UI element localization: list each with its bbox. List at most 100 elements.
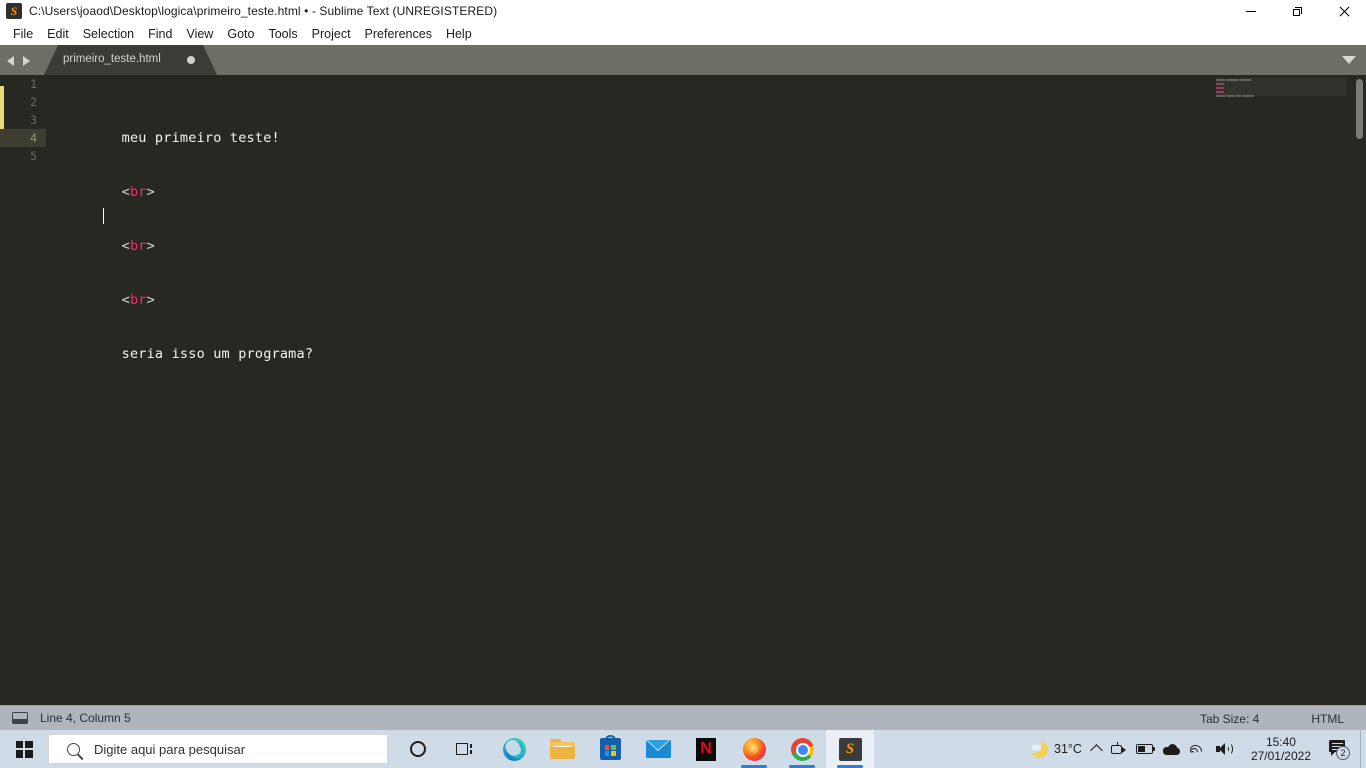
taskbar-item-sublime-text[interactable]: S (826, 730, 874, 768)
menu-goto[interactable]: Goto (220, 24, 261, 44)
maximize-restore-button[interactable] (1274, 0, 1320, 22)
tab-primeiro-teste-html[interactable]: primeiro_teste.html (44, 45, 217, 75)
task-view-icon (456, 742, 476, 757)
google-chrome-icon (790, 737, 814, 761)
taskbar-item-mail[interactable] (634, 730, 682, 768)
code-token-punct: > (146, 292, 155, 308)
sublime-text-logo-icon: S (6, 3, 22, 19)
taskbar-item-firefox[interactable] (730, 730, 778, 768)
menu-preferences[interactable]: Preferences (358, 24, 439, 44)
code-line-3: <br> (55, 219, 1175, 254)
clock-time: 15:40 (1265, 735, 1296, 749)
minimize-button[interactable] (1228, 0, 1274, 22)
tab-nav-arrows (6, 45, 31, 75)
microsoft-edge-icon (502, 737, 526, 761)
taskbar-item-netflix[interactable]: N (682, 730, 730, 768)
chevron-up-icon (1090, 744, 1103, 757)
line-number: 1 (30, 77, 37, 91)
windows-taskbar: Digite aqui para pesquisar N S 31°C 15:4… (0, 730, 1366, 768)
tray-network[interactable] (1185, 730, 1211, 768)
code-line-4: <br> (55, 273, 1175, 308)
cortana-icon (410, 741, 426, 757)
menu-file[interactable]: File (6, 24, 40, 44)
show-desktop-button[interactable] (1360, 730, 1366, 768)
line-number: 3 (30, 113, 37, 127)
tray-volume[interactable] (1211, 730, 1238, 768)
notifications-icon: 2 (1329, 739, 1350, 760)
taskbar-search-box[interactable]: Digite aqui para pesquisar (48, 734, 388, 764)
code-token-text: seria isso um programa? (121, 346, 314, 362)
tab-prev-arrow-icon[interactable] (6, 55, 17, 66)
tray-clock[interactable]: 15:40 27/01/2022 (1238, 730, 1324, 768)
tab-unsaved-dot-icon[interactable] (187, 56, 195, 64)
line-number-active: 4 (0, 129, 46, 147)
menu-tools[interactable]: Tools (261, 24, 304, 44)
desktop-root: S C:\Users\joaod\Desktop\logica\primeiro… (0, 0, 1366, 768)
tray-meet-now[interactable] (1106, 730, 1131, 768)
code-line-2: <br> (55, 165, 1175, 200)
start-button[interactable] (0, 730, 48, 768)
statusbar-right: Tab Size: 4 HTML (1200, 706, 1366, 731)
netflix-glyph: N (700, 740, 712, 757)
restore-icon (1292, 6, 1302, 16)
temperature-label: 31°C (1054, 742, 1082, 756)
menu-find[interactable]: Find (141, 24, 179, 44)
code-token-punct: > (146, 184, 155, 200)
taskbar-item-task-view[interactable] (442, 730, 490, 768)
show-hidden-icons-button[interactable] (1087, 730, 1106, 768)
taskbar-pinned-apps: N S (394, 730, 874, 768)
windows-logo-icon (15, 740, 33, 758)
tray-weather[interactable]: 31°C (1026, 730, 1087, 768)
syntax-mode[interactable]: HTML (1311, 712, 1344, 726)
volume-icon (1215, 742, 1233, 756)
taskbar-item-file-explorer[interactable] (538, 730, 586, 768)
code-token-punct: < (121, 292, 130, 308)
window-controls (1228, 0, 1366, 22)
tab-next-arrow-icon[interactable] (20, 55, 31, 66)
sublime-glyph: S (845, 740, 855, 757)
system-tray: 31°C 15:40 27/01/2022 2 (1026, 730, 1366, 768)
line-number-gutter: 1 2 3 4 5 (0, 75, 46, 705)
menu-selection[interactable]: Selection (76, 24, 141, 44)
search-icon (67, 742, 80, 756)
microsoft-store-icon (599, 735, 621, 760)
menu-edit[interactable]: Edit (40, 24, 76, 44)
code-content[interactable]: meu primeiro teste! <br> <br> <br> seria… (55, 75, 1175, 705)
code-token-punct: < (121, 184, 130, 200)
menu-help[interactable]: Help (439, 24, 479, 44)
clock-date: 27/01/2022 (1250, 749, 1311, 763)
taskbar-item-cortana[interactable] (394, 730, 442, 768)
onedrive-icon (1162, 743, 1180, 755)
sublime-text-icon: S (838, 737, 862, 761)
cursor-position: Line 4, Column 5 (40, 711, 131, 725)
chevron-down-icon[interactable] (1342, 56, 1356, 64)
mail-icon (645, 740, 671, 758)
window-title: C:\Users\joaod\Desktop\logica\primeiro_t… (29, 4, 498, 18)
taskbar-item-microsoft-store[interactable] (586, 730, 634, 768)
menu-view[interactable]: View (179, 24, 220, 44)
minimap-viewport[interactable] (1216, 78, 1346, 96)
taskbar-item-google-chrome[interactable] (778, 730, 826, 768)
search-placeholder: Digite aqui para pesquisar (94, 741, 246, 757)
console-panel-icon[interactable] (12, 712, 28, 724)
taskbar-item-microsoft-edge[interactable] (490, 730, 538, 768)
menu-project[interactable]: Project (305, 24, 358, 44)
code-token-tag: br (129, 184, 147, 200)
tabbar: primeiro_teste.html (0, 45, 1366, 75)
moon-night-icon (1027, 737, 1048, 758)
minimize-icon (1246, 10, 1256, 12)
close-icon (1338, 6, 1349, 17)
code-editor[interactable]: 1 2 3 4 5 meu primeiro teste! <br> <br> … (0, 75, 1366, 705)
wifi-icon (1189, 743, 1206, 755)
tray-battery[interactable] (1131, 730, 1158, 768)
code-token-tag: br (129, 238, 147, 254)
editor-scrollbar[interactable] (1356, 79, 1363, 139)
minimap[interactable] (1216, 78, 1346, 702)
tray-onedrive[interactable] (1158, 730, 1185, 768)
close-button[interactable] (1320, 0, 1366, 22)
tab-size-setting[interactable]: Tab Size: 4 (1200, 712, 1259, 726)
action-center-button[interactable]: 2 (1324, 730, 1360, 768)
firefox-icon (742, 737, 766, 761)
netflix-icon: N (696, 737, 716, 761)
notification-badge: 2 (1336, 745, 1350, 760)
